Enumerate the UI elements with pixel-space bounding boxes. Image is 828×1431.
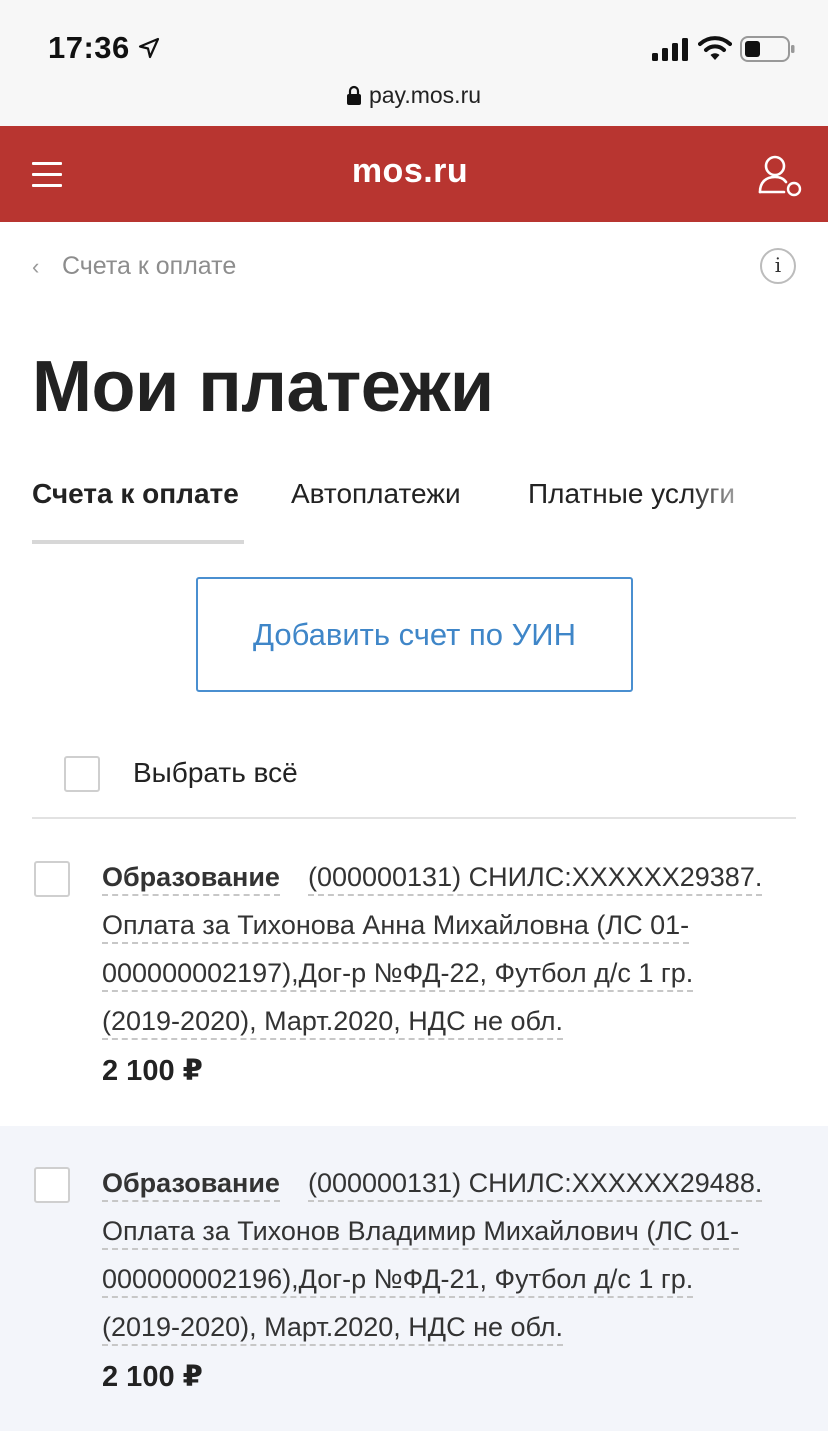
tab-bar: Счета к оплате Автоплатежи Платные услуг… <box>32 478 828 548</box>
info-icon[interactable]: i <box>760 248 796 284</box>
bill-line: 000000002197),Дог-р №ФД-22, Футбол д/с 1… <box>102 958 694 992</box>
bill-line: Оплата за Тихонова Анна Михайловна (ЛС 0… <box>102 910 690 944</box>
breadcrumb-label: Счета к оплате <box>62 252 237 280</box>
location-arrow-icon <box>138 37 160 59</box>
url-text: pay.mos.ru <box>368 82 482 108</box>
tab-autopayments[interactable]: Автоплатежи <box>291 478 461 510</box>
brand-logo[interactable]: mos.ru <box>0 152 820 191</box>
bill-category: Образование <box>102 862 280 896</box>
bill-line: (2019-2020), Март.2020, НДС не обл. <box>102 1312 564 1346</box>
breadcrumb-back[interactable]: ‹ Счета к оплате <box>32 252 236 281</box>
chevron-left-icon: ‹ <box>32 254 40 279</box>
tab-paid-services[interactable]: Платные услуги <box>528 478 735 510</box>
bill-checkbox[interactable] <box>34 861 70 897</box>
user-icon[interactable] <box>756 154 806 198</box>
bill-amount: 2 100 ₽ <box>102 1055 203 1087</box>
bill-line: (000000131) СНИЛС:XXXXXX29488. <box>307 1168 763 1202</box>
site-header: mos.ru <box>0 126 828 222</box>
bill-line: 000000002196),Дог-р №ФД-21, Футбол д/с 1… <box>102 1264 694 1298</box>
add-bill-by-uin-button[interactable]: Добавить счет по УИН <box>196 577 633 692</box>
bill-checkbox[interactable] <box>34 1167 70 1203</box>
bill-item: Образование (000000131) СНИЛС:XXXXXX29387… <box>0 820 828 1124</box>
wifi-icon <box>698 36 732 60</box>
divider <box>32 817 796 819</box>
address-bar[interactable]: pay.mos.ru <box>0 82 828 109</box>
bill-description[interactable]: Образование (000000131) СНИЛС:XXXXXX29488… <box>102 1159 792 1351</box>
tab-bills-to-pay[interactable]: Счета к оплате <box>32 478 239 510</box>
bill-item: Образование (000000131) СНИЛС:XXXXXX29488… <box>0 1126 828 1431</box>
bill-category: Образование <box>102 1168 280 1202</box>
select-all-checkbox[interactable] <box>64 756 100 792</box>
status-bar: 17:36 pay.mos.ru <box>0 0 828 126</box>
bill-line: Оплата за Тихонов Владимир Михайлович (Л… <box>102 1216 740 1250</box>
status-time: 17:36 <box>48 30 130 65</box>
active-tab-indicator <box>32 540 244 544</box>
bill-line: (2019-2020), Март.2020, НДС не обл. <box>102 1006 564 1040</box>
bill-description[interactable]: Образование (000000131) СНИЛС:XXXXXX29387… <box>102 853 792 1045</box>
lock-icon <box>346 85 361 105</box>
battery-icon <box>740 36 795 62</box>
bill-line: (000000131) СНИЛС:XXXXXX29387. <box>307 862 763 896</box>
signal-icon <box>652 38 688 61</box>
select-all-label[interactable]: Выбрать всё <box>133 757 298 789</box>
page-title: Мои платежи <box>32 347 494 427</box>
bill-amount: 2 100 ₽ <box>102 1361 203 1393</box>
